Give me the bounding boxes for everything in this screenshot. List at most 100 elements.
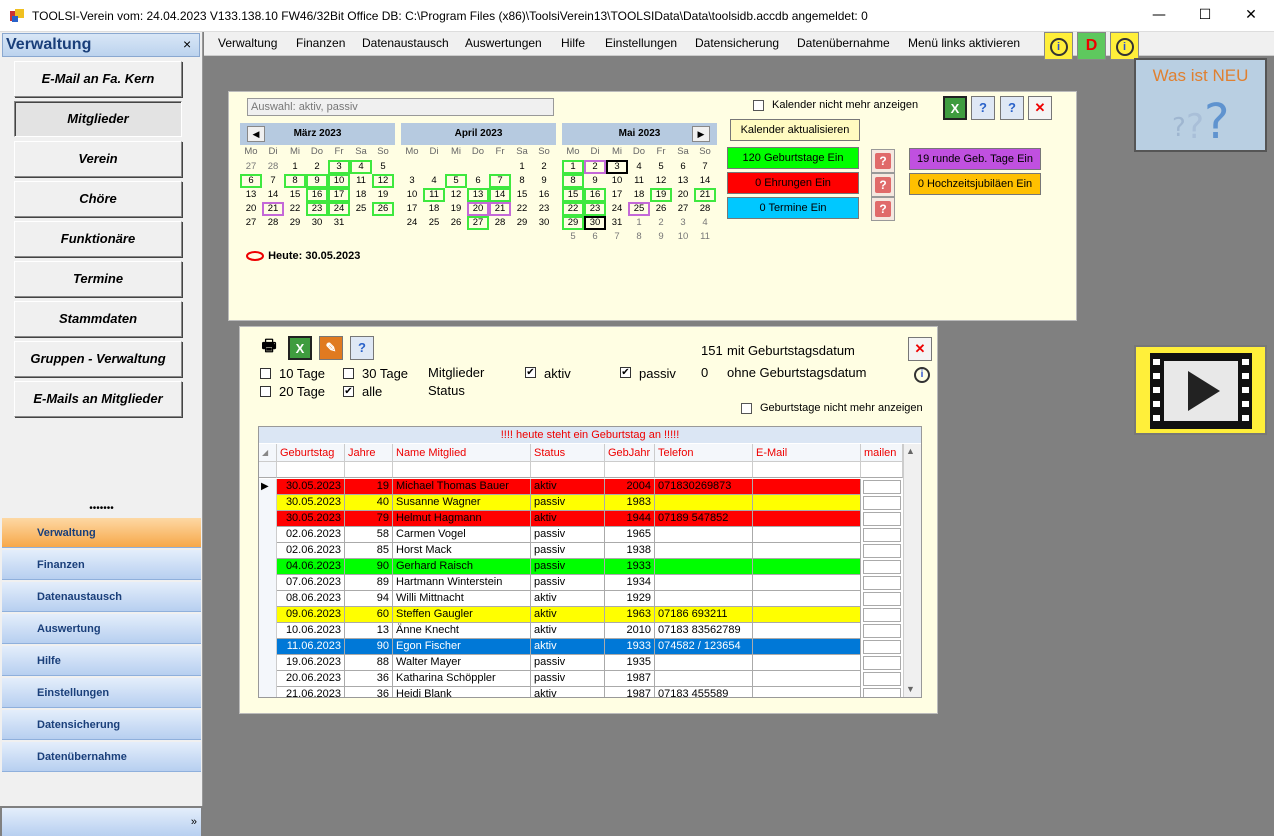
cell-status[interactable]: passiv xyxy=(531,527,605,543)
cell-phone[interactable]: 071830269873 xyxy=(655,479,753,495)
aktiv-checkbox[interactable]: ✔ xyxy=(525,367,536,378)
cell-name[interactable]: Walter Mayer xyxy=(393,655,531,671)
scroll-up-icon[interactable]: ▲ xyxy=(906,446,915,456)
verein-button[interactable]: Verein xyxy=(14,141,182,177)
cell-age[interactable]: 40 xyxy=(345,495,393,511)
calendar-day[interactable]: 13 xyxy=(240,188,262,202)
col-geburtstag[interactable]: Geburtstag xyxy=(277,444,345,462)
nav-verwaltung[interactable]: Verwaltung xyxy=(2,518,201,548)
calendar-day[interactable]: 10 xyxy=(606,174,628,188)
cell-phone[interactable] xyxy=(655,655,753,671)
table-row[interactable]: 07.06.2023 89 Hartmann Winterstein passiv 19… xyxy=(259,575,901,591)
calendar-day[interactable]: 30 xyxy=(584,216,606,230)
cell-age[interactable]: 36 xyxy=(345,671,393,687)
calendar-day[interactable]: 15 xyxy=(284,188,306,202)
cell-year[interactable]: 1933 xyxy=(605,559,655,575)
nav-datensicherung[interactable]: Datensicherung xyxy=(2,710,201,740)
filter-field[interactable]: Auswahl: aktiv, passiv xyxy=(247,98,554,116)
nav-datenuebernahme[interactable]: Datenübernahme xyxy=(2,742,201,772)
mail-button[interactable] xyxy=(863,496,901,510)
table-row[interactable]: 20.06.2023 36 Katharina Schöppler passiv 198… xyxy=(259,671,901,687)
cell-name[interactable]: Heidi Blank xyxy=(393,687,531,697)
calendar-day[interactable]: 25 xyxy=(628,202,650,216)
calendar-day[interactable]: 6 xyxy=(584,230,606,244)
cell-year[interactable]: 1938 xyxy=(605,543,655,559)
cell-date[interactable]: 02.06.2023 xyxy=(277,527,345,543)
table-row[interactable]: 10.06.2023 13 Änne Knecht aktiv 2010 07183 83… xyxy=(259,623,901,639)
mail-button[interactable] xyxy=(863,480,901,494)
calendar-day[interactable]: 13 xyxy=(467,188,489,202)
cell-date[interactable]: 30.05.2023 xyxy=(277,479,345,495)
cell-status[interactable]: passiv xyxy=(531,655,605,671)
mail-button[interactable] xyxy=(863,560,901,574)
table-row[interactable]: 02.06.2023 58 Carmen Vogel passiv 1965 xyxy=(259,527,901,543)
calendar-day[interactable]: 2 xyxy=(306,160,328,174)
calendar-day[interactable]: 6 xyxy=(467,174,489,188)
col-gebjahr[interactable]: GebJahr xyxy=(605,444,655,462)
cell-status[interactable]: passiv xyxy=(531,559,605,575)
calendar-day[interactable]: 20 xyxy=(672,188,694,202)
calendar-day[interactable]: 10 xyxy=(328,174,350,188)
menu-finanzen[interactable]: Finanzen xyxy=(296,36,345,50)
cell-year[interactable]: 1983 xyxy=(605,495,655,511)
table-row[interactable]: 19.06.2023 88 Walter Mayer passiv 1935 xyxy=(259,655,901,671)
cell-name[interactable]: Helmut Hagmann xyxy=(393,511,531,527)
mail-button[interactable] xyxy=(863,512,901,526)
table-row[interactable]: 30.05.2023 40 Susanne Wagner passiv 1983 xyxy=(259,495,901,511)
calendar-day[interactable]: 14 xyxy=(694,174,716,188)
cell-age[interactable]: 88 xyxy=(345,655,393,671)
menu-datensicherung[interactable]: Datensicherung xyxy=(695,36,779,50)
grid-scrollbar[interactable]: ▲ ▼ xyxy=(903,444,921,697)
cell-name[interactable]: Steffen Gaugler xyxy=(393,607,531,623)
cell-year[interactable]: 1929 xyxy=(605,591,655,607)
calendar-day[interactable]: 22 xyxy=(562,202,584,216)
calendar-day[interactable]: 4 xyxy=(350,160,372,174)
cell-phone[interactable] xyxy=(655,575,753,591)
calendar-day[interactable]: 25 xyxy=(423,216,445,230)
cell-age[interactable]: 90 xyxy=(345,559,393,575)
calendar-day[interactable]: 26 xyxy=(372,202,394,216)
cell-age[interactable]: 36 xyxy=(345,687,393,697)
help-icon-2[interactable]: ? xyxy=(1000,96,1024,120)
cell-name[interactable]: Willi Mittnacht xyxy=(393,591,531,607)
cell-year[interactable]: 2004 xyxy=(605,479,655,495)
choere-button[interactable]: Chöre xyxy=(14,181,182,217)
close-panel-icon[interactable]: ✕ xyxy=(908,337,932,361)
cell-phone[interactable]: 07189 547852 xyxy=(655,511,753,527)
table-row[interactable]: 09.06.2023 60 Steffen Gaugler aktiv 1963 0718… xyxy=(259,607,901,623)
table-row[interactable]: 08.06.2023 94 Willi Mittnacht aktiv 1929 xyxy=(259,591,901,607)
filter-geburtstag[interactable] xyxy=(277,462,345,478)
calendar-day[interactable]: 16 xyxy=(306,188,328,202)
filter-email[interactable] xyxy=(753,462,861,478)
scroll-down-icon[interactable]: ▼ xyxy=(906,684,915,694)
email-kern-button[interactable]: E-Mail an Fa. Kern xyxy=(14,61,182,97)
cell-age[interactable]: 90 xyxy=(345,639,393,655)
d-icon[interactable]: D xyxy=(1077,32,1106,60)
cell-email[interactable] xyxy=(753,575,861,591)
col-status[interactable]: Status xyxy=(531,444,605,462)
minimize-button[interactable]: — xyxy=(1136,0,1182,32)
cell-name[interactable]: Susanne Wagner xyxy=(393,495,531,511)
cell-phone[interactable]: 074582 / 123654 xyxy=(655,639,753,655)
cell-date[interactable]: 10.06.2023 xyxy=(277,623,345,639)
cell-email[interactable] xyxy=(753,607,861,623)
calendar-day[interactable]: 27 xyxy=(240,216,262,230)
menu-einstellungen[interactable]: Einstellungen xyxy=(605,36,677,50)
cell-status[interactable]: aktiv xyxy=(531,591,605,607)
calendar-day[interactable]: 12 xyxy=(650,174,672,188)
calendar-day[interactable]: 6 xyxy=(240,174,262,188)
cell-age[interactable]: 85 xyxy=(345,543,393,559)
calendar-day[interactable]: 7 xyxy=(489,174,511,188)
days10-checkbox[interactable] xyxy=(260,368,271,379)
nav-datenaustausch[interactable]: Datenaustausch xyxy=(2,582,201,612)
calendar-day[interactable]: 13 xyxy=(672,174,694,188)
cell-status[interactable]: passiv xyxy=(531,495,605,511)
birthdays-help-icon[interactable]: ? xyxy=(871,149,895,173)
calendar-day[interactable]: 16 xyxy=(533,188,555,202)
calendar-day[interactable]: 3 xyxy=(328,160,350,174)
filter-name[interactable] xyxy=(393,462,531,478)
calendar-day[interactable]: 26 xyxy=(650,202,672,216)
cell-year[interactable]: 1934 xyxy=(605,575,655,591)
calendar-day[interactable]: 6 xyxy=(672,160,694,174)
cell-phone[interactable]: 07186 693211 xyxy=(655,607,753,623)
